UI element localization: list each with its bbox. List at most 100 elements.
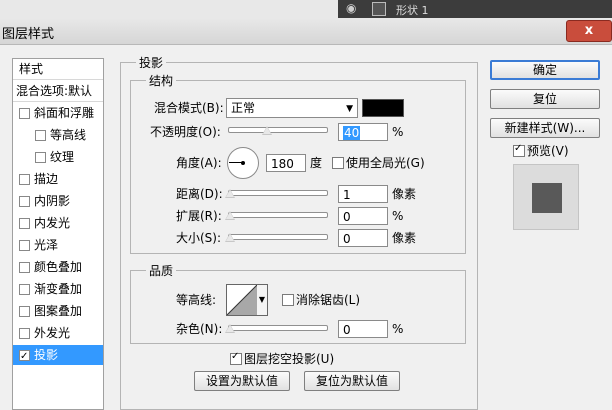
spread-input[interactable]: 0 [338, 207, 388, 225]
opacity-slider[interactable] [228, 127, 328, 133]
style-preview-square [532, 183, 562, 213]
style-list: 样式 混合选项:默认 斜面和浮雕等高线纹理描边内阴影内发光光泽颜色叠加渐变叠加图… [12, 58, 104, 410]
chevron-down-icon: ▼ [258, 295, 266, 304]
spread-label: 扩展(R): [176, 209, 222, 223]
style-list-checkbox[interactable] [35, 130, 46, 141]
style-list-checkbox[interactable] [19, 240, 30, 251]
style-list-checkbox[interactable] [19, 218, 30, 229]
style-list-item[interactable]: 图案叠加 [13, 301, 103, 321]
eye-icon[interactable]: ◉ [346, 1, 356, 15]
antialias-label[interactable]: 消除锯齿(L) [296, 292, 360, 308]
contour-linear-icon [226, 284, 258, 316]
style-list-checkbox[interactable] [35, 152, 46, 163]
contour-picker[interactable] [226, 284, 258, 316]
opacity-unit: % [392, 125, 404, 139]
size-input[interactable]: 0 [338, 229, 388, 247]
noise-slider-handle[interactable] [225, 324, 235, 333]
style-preview [513, 164, 579, 230]
style-list-blend-options[interactable]: 混合选项:默认 [13, 81, 103, 102]
noise-unit: % [392, 322, 404, 336]
quality-title: 品质 [146, 262, 177, 279]
style-list-item-label: 纹理 [50, 150, 75, 164]
layer-thumbnail [372, 2, 386, 16]
size-slider-handle[interactable] [225, 233, 235, 242]
distance-slider[interactable] [228, 190, 328, 196]
dialog-title: 图层样式 [2, 27, 55, 42]
style-list-header: 样式 [13, 59, 103, 80]
style-list-checkbox[interactable] [19, 347, 30, 367]
noise-slider[interactable] [228, 325, 328, 331]
style-list-checkbox[interactable] [19, 328, 30, 339]
blend-mode-select[interactable]: 正常 ▼ [226, 98, 358, 118]
style-list-item[interactable]: 内阴影 [13, 191, 103, 211]
style-list-item[interactable]: 等高线 [13, 125, 103, 145]
noise-label: 杂色(N): [176, 322, 223, 336]
noise-input[interactable]: 0 [338, 320, 388, 338]
antialias-checkbox[interactable] [282, 294, 294, 306]
angle-unit: 度 [310, 156, 323, 170]
preview-label[interactable]: 预览(V) [527, 143, 569, 159]
distance-unit: 像素 [392, 187, 417, 201]
chevron-down-icon: ▼ [346, 104, 353, 114]
shadow-color-swatch[interactable] [362, 99, 404, 117]
spread-unit: % [392, 209, 404, 223]
drop-shadow-title: 投影 [136, 54, 167, 71]
contour-label: 等高线: [176, 293, 217, 307]
opacity-label: 不透明度(O): [150, 125, 221, 139]
style-list-checkbox[interactable] [19, 174, 30, 185]
make-default-button[interactable]: 设置为默认值 [194, 371, 290, 391]
style-list-item-label: 等高线 [50, 128, 87, 142]
style-list-item-label: 颜色叠加 [34, 260, 83, 274]
style-list-item[interactable]: 渐变叠加 [13, 279, 103, 299]
structure-title: 结构 [146, 72, 177, 89]
blend-mode-value: 正常 [231, 101, 256, 115]
contour-dropdown-button[interactable]: ▼ [257, 284, 268, 316]
distance-input[interactable]: 1 [338, 185, 388, 203]
angle-label: 角度(A): [176, 156, 222, 170]
style-list-item[interactable]: 外发光 [13, 323, 103, 343]
size-slider[interactable] [228, 234, 328, 240]
distance-label: 距离(D): [176, 187, 223, 201]
blend-mode-label: 混合模式(B): [154, 101, 224, 115]
style-list-item[interactable]: 斜面和浮雕 [13, 103, 103, 123]
style-list-checkbox[interactable] [19, 262, 30, 273]
opacity-input[interactable]: 40 [338, 123, 388, 141]
knockout-checkbox[interactable] [230, 351, 242, 365]
ok-button[interactable]: 确定 [490, 60, 600, 80]
style-list-checkbox[interactable] [19, 306, 30, 317]
distance-slider-handle[interactable] [225, 189, 235, 198]
global-light-checkbox[interactable] [332, 157, 344, 169]
style-list-item-label: 内发光 [34, 216, 71, 230]
opacity-slider-handle[interactable] [262, 126, 273, 135]
reset-default-button[interactable]: 复位为默认值 [304, 371, 400, 391]
reset-button[interactable]: 复位 [490, 89, 600, 109]
style-list-item-label: 外发光 [34, 326, 71, 340]
close-icon: x [584, 23, 594, 38]
size-label: 大小(S): [176, 231, 222, 245]
close-button[interactable]: x [566, 20, 612, 42]
angle-input[interactable]: 180 [266, 154, 306, 172]
size-unit: 像素 [392, 231, 417, 245]
style-list-item[interactable]: 颜色叠加 [13, 257, 103, 277]
style-list-item[interactable]: 描边 [13, 169, 103, 189]
layers-panel-row[interactable]: ◉ 形状 1 [338, 0, 612, 18]
style-list-item[interactable]: 投影 [13, 345, 103, 367]
style-list-checkbox[interactable] [19, 284, 30, 295]
global-light-label[interactable]: 使用全局光(G) [346, 155, 425, 171]
style-list-item[interactable]: 内发光 [13, 213, 103, 233]
layer-name: 形状 1 [396, 4, 429, 17]
knockout-label[interactable]: 图层挖空投影(U) [244, 351, 334, 367]
new-style-button[interactable]: 新建样式(W)... [490, 118, 600, 138]
style-list-item[interactable]: 纹理 [13, 147, 103, 167]
preview-checkbox[interactable] [513, 143, 525, 157]
style-list-item-label: 内阴影 [34, 194, 71, 208]
angle-dial-center [241, 161, 245, 165]
style-list-checkbox[interactable] [19, 196, 30, 207]
style-list-item[interactable]: 光泽 [13, 235, 103, 255]
style-list-checkbox[interactable] [19, 108, 30, 119]
style-list-item-label: 描边 [34, 172, 59, 186]
style-list-item-label: 斜面和浮雕 [34, 106, 95, 120]
spread-slider-handle[interactable] [225, 211, 235, 220]
angle-dial[interactable] [227, 147, 259, 179]
spread-slider[interactable] [228, 212, 328, 218]
